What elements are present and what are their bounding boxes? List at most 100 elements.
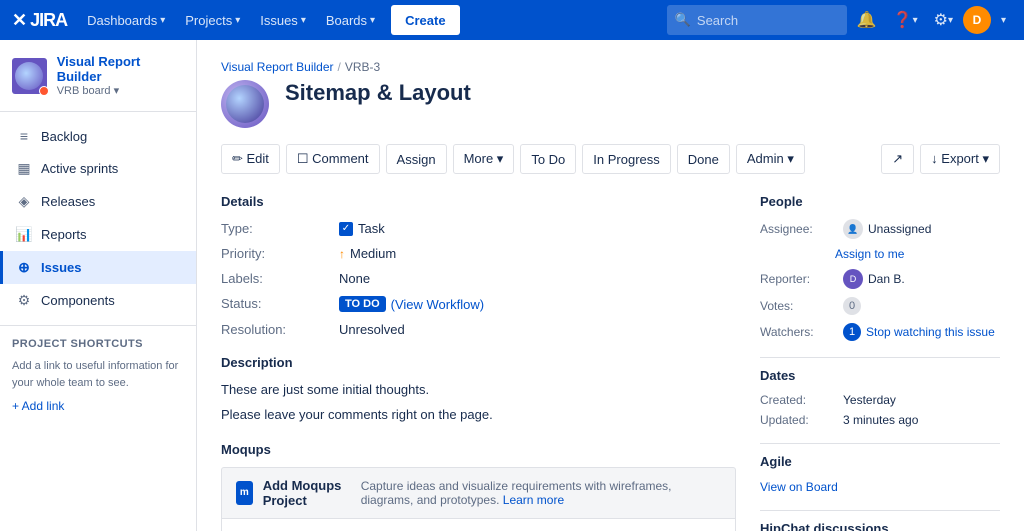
- more-button[interactable]: More ▾: [453, 144, 515, 174]
- created-value: Yesterday: [843, 393, 896, 407]
- components-icon: ⚙: [15, 292, 33, 309]
- top-navigation: ✕ JIRA Dashboards ▾ Projects ▾ Issues ▾ …: [0, 0, 1024, 40]
- share-button[interactable]: ↗: [881, 144, 914, 174]
- watch-count-badge: 1: [843, 323, 861, 341]
- priority-label: Priority:: [221, 244, 331, 263]
- nav-boards[interactable]: Boards ▾: [318, 0, 383, 40]
- add-link-button[interactable]: + Add link: [12, 399, 184, 413]
- sidebar-item-backlog[interactable]: ≡ Backlog: [0, 120, 196, 152]
- description-text: These are just some initial thoughts. Pl…: [221, 380, 736, 426]
- assignee-avatar: 👤: [843, 219, 863, 239]
- project-name[interactable]: Visual Report Builder: [57, 54, 184, 84]
- moqups-learn-more-link[interactable]: Learn more: [503, 493, 564, 507]
- admin-button[interactable]: Admin ▾: [736, 144, 805, 174]
- assignee-label: Assignee:: [760, 222, 835, 236]
- issue-project-icon-inner: [226, 85, 264, 123]
- help-icon[interactable]: ❓▾: [887, 10, 924, 30]
- jira-logo[interactable]: ✕ JIRA: [12, 10, 67, 31]
- status-label: Status:: [221, 294, 331, 314]
- export-button[interactable]: ↓ Export ▾: [920, 144, 1000, 174]
- details-section-title: Details: [221, 194, 736, 209]
- comment-button[interactable]: ☐ Comment: [286, 144, 380, 174]
- avatar-chevron-icon[interactable]: ▾: [995, 15, 1012, 26]
- issues-icon: ⊕: [15, 259, 33, 276]
- assign-button[interactable]: Assign: [386, 144, 447, 174]
- project-avatar-icon: [15, 62, 43, 90]
- votes-label: Votes:: [760, 299, 835, 313]
- nav-projects[interactable]: Projects ▾: [177, 0, 248, 40]
- breadcrumb-project-link[interactable]: Visual Report Builder: [221, 60, 334, 74]
- sidebar-item-reports[interactable]: 📊 Reports: [0, 218, 196, 251]
- projects-chevron-icon: ▾: [235, 15, 240, 26]
- moqups-desc: Capture ideas and visualize requirements…: [361, 479, 721, 507]
- dates-title: Dates: [760, 368, 1000, 383]
- shortcuts-desc: Add a link to useful information for you…: [12, 358, 184, 391]
- search-bar[interactable]: 🔍: [667, 5, 847, 35]
- sidebar-project-header: Visual Report Builder VRB board ▾: [0, 40, 196, 112]
- updated-row: Updated: 3 minutes ago: [760, 413, 1000, 427]
- breadcrumb: Visual Report Builder / VRB-3: [221, 60, 1000, 74]
- view-workflow-link[interactable]: (View Workflow): [391, 297, 484, 312]
- votes-value: 0: [843, 297, 861, 315]
- reporter-label: Reporter:: [760, 272, 835, 286]
- settings-icon[interactable]: ⚙▾: [928, 10, 959, 30]
- nav-dashboards[interactable]: Dashboards ▾: [79, 0, 173, 40]
- dashboards-chevron-icon: ▾: [160, 15, 165, 26]
- moqups-section-title: Moqups: [221, 442, 736, 457]
- hipchat-title: HipChat discussions: [760, 521, 1000, 531]
- stop-watching-link[interactable]: Stop watching this issue: [866, 325, 995, 339]
- task-checkbox-icon: ✓: [339, 222, 353, 236]
- status-value: TO DO (View Workflow): [339, 294, 736, 314]
- details-grid: Type: ✓ Task Priority: ↑ Medium Labels: …: [221, 219, 736, 339]
- reporter-value: D Dan B.: [843, 269, 905, 289]
- updated-value: 3 minutes ago: [843, 413, 918, 427]
- assign-to-me-link[interactable]: Assign to me: [835, 247, 1000, 261]
- created-label: Created:: [760, 393, 835, 407]
- edit-button[interactable]: ✏ Edit: [221, 144, 280, 174]
- people-title: People: [760, 194, 1000, 209]
- moqups-logo-icon: m: [236, 481, 253, 505]
- vote-count-badge: 0: [843, 297, 861, 315]
- sidebar-item-releases[interactable]: ◈ Releases: [0, 185, 196, 218]
- notifications-icon[interactable]: 🔔: [851, 10, 883, 30]
- sidebar-item-active-sprints[interactable]: ▦ Active sprints: [0, 152, 196, 185]
- priority-value: ↑ Medium: [339, 244, 736, 263]
- search-icon: 🔍: [675, 12, 691, 28]
- watchers-row: Watchers: 1 Stop watching this issue: [760, 323, 1000, 341]
- assignee-row: Assignee: 👤 Unassigned: [760, 219, 1000, 239]
- shortcuts-title: PROJECT SHORTCUTS: [12, 338, 184, 350]
- hipchat-section: HipChat discussions: [760, 521, 1000, 531]
- todo-button[interactable]: To Do: [520, 144, 576, 174]
- sidebar-item-components[interactable]: ⚙ Components: [0, 284, 196, 317]
- action-bar: ✏ Edit ☐ Comment Assign More ▾ To Do In …: [221, 144, 1000, 174]
- issue-title: Sitemap & Layout: [285, 80, 471, 106]
- in-progress-button[interactable]: In Progress: [582, 144, 670, 174]
- moqups-add-title[interactable]: Add Moqups Project: [263, 478, 351, 508]
- backlog-icon: ≡: [15, 128, 33, 144]
- priority-icon: ↑: [339, 247, 345, 261]
- done-button[interactable]: Done: [677, 144, 730, 174]
- description-title: Description: [221, 355, 736, 370]
- votes-row: Votes: 0: [760, 297, 1000, 315]
- project-board[interactable]: VRB board ▾: [57, 84, 184, 97]
- releases-icon: ◈: [15, 193, 33, 210]
- watchers-label: Watchers:: [760, 325, 835, 339]
- view-on-board-link[interactable]: View on Board: [760, 480, 838, 494]
- project-shortcuts: PROJECT SHORTCUTS Add a link to useful i…: [0, 325, 196, 425]
- jira-logo-text: ✕ JIRA: [12, 10, 67, 31]
- created-row: Created: Yesterday: [760, 393, 1000, 407]
- nav-issues[interactable]: Issues ▾: [252, 0, 314, 40]
- reporter-avatar: D: [843, 269, 863, 289]
- user-avatar[interactable]: D: [963, 6, 991, 34]
- project-badge: [39, 86, 49, 96]
- issue-project-icon: [221, 80, 269, 128]
- agile-section: Agile View on Board: [760, 454, 1000, 494]
- search-input[interactable]: [697, 13, 817, 28]
- labels-value: None: [339, 269, 736, 288]
- sidebar-item-issues[interactable]: ⊕ Issues: [0, 251, 196, 284]
- active-sprints-icon: ▦: [15, 160, 33, 177]
- assignee-value: 👤 Unassigned: [843, 219, 931, 239]
- create-button[interactable]: Create: [391, 5, 459, 35]
- moqups-section: Moqups m Add Moqups Project Capture idea…: [221, 442, 736, 531]
- status-badge: TO DO: [339, 296, 386, 312]
